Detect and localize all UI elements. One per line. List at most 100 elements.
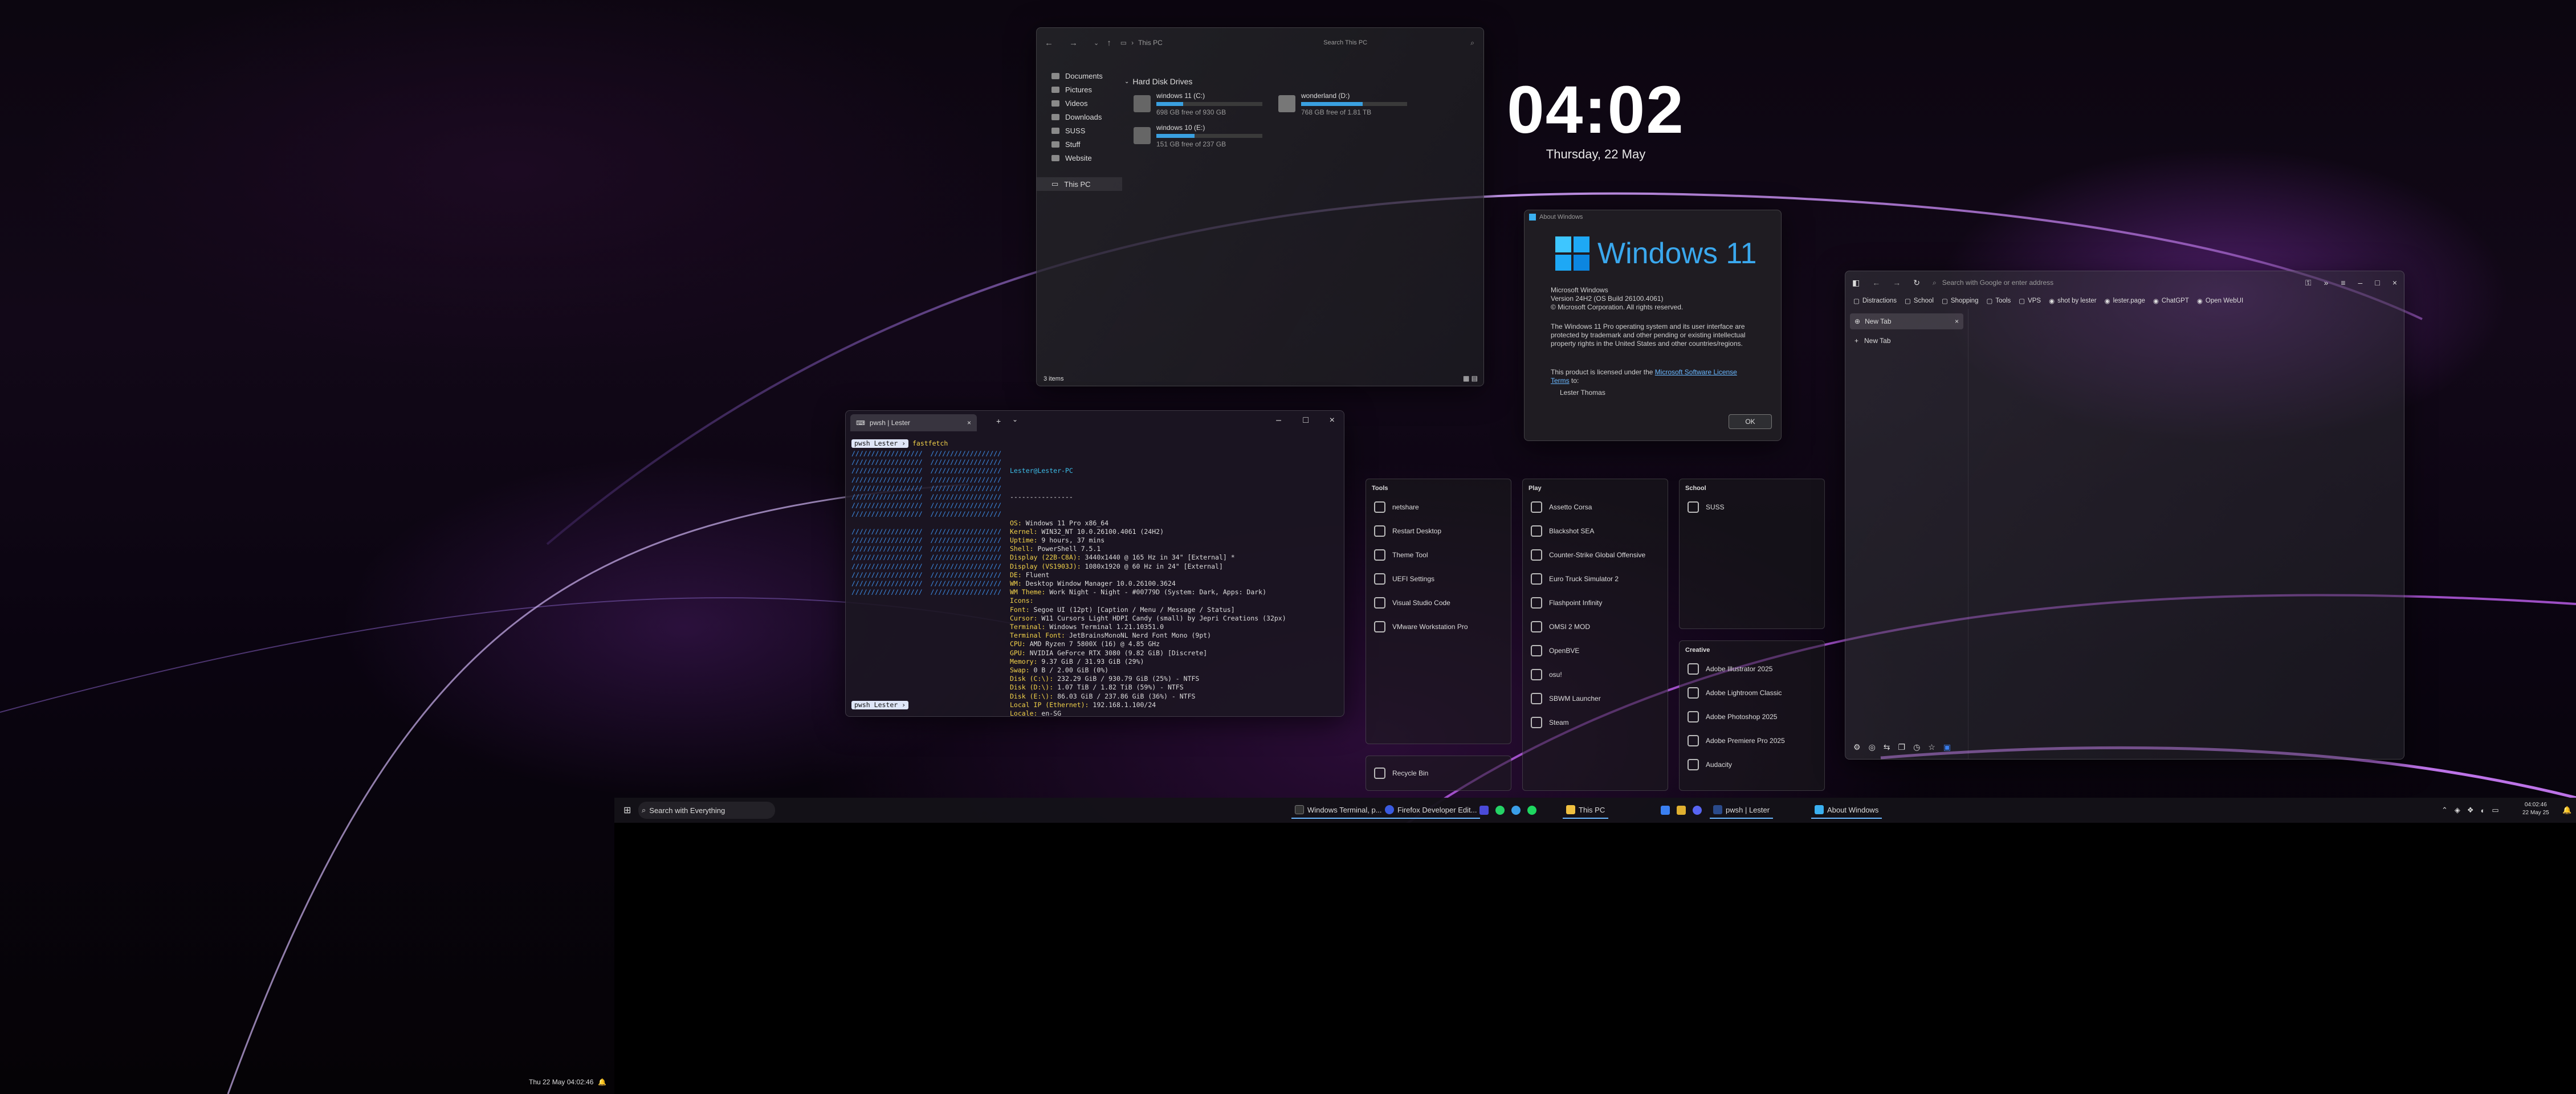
start-item-steam[interactable]: Steam [1523, 711, 1668, 734]
start-item-adobe-photoshop-2025[interactable]: Adobe Photoshop 2025 [1680, 705, 1824, 729]
file-explorer-window[interactable]: ← → ⌄ ↑ ▭ › This PC Search This PC ⌕ Docum… [1036, 27, 1484, 386]
start-item-audacity[interactable]: Audacity [1680, 753, 1824, 777]
start-item-adobe-illustrator-2025[interactable]: Adobe Illustrator 2025 [1680, 657, 1824, 681]
tab-pwsh[interactable]: ⌨ pwsh | Lester × [850, 414, 977, 431]
history-icon[interactable]: ◷ [1913, 742, 1920, 752]
taskbar-app-explorer[interactable]: This PC [1563, 802, 1609, 819]
start-recycle-bin[interactable]: Recycle Bin [1366, 756, 1511, 791]
bitwarden-icon[interactable]: ▣ [1943, 742, 1951, 752]
new-tab-button[interactable]: + New Tab [1850, 334, 1963, 348]
up-arrow-icon[interactable]: ↑ [1107, 38, 1111, 48]
firefox-window[interactable]: ◧ ← → ↻ ⌕ Search with Google or enter add… [1845, 271, 2404, 760]
start-item-euro-truck-simulator-2[interactable]: Euro Truck Simulator 2 [1523, 567, 1668, 591]
close-icon[interactable]: × [967, 419, 971, 427]
breadcrumb[interactable]: ▭ › This PC [1120, 39, 1163, 47]
menu-icon[interactable]: ≡ [2341, 278, 2345, 287]
bookmark-open-webui[interactable]: ◉ Open WebUI [2197, 297, 2243, 305]
bookmark-lester-page[interactable]: ◉ lester.page [2105, 297, 2145, 305]
tab-new-tab[interactable]: ⊕ New Tab × [1850, 313, 1963, 329]
start-item-uefi-settings[interactable]: UEFI Settings [1366, 567, 1511, 591]
app-icon[interactable] [1661, 806, 1670, 815]
secondary-taskbar-clock[interactable]: Thu 22 May 04:02:46 🔔 [529, 1078, 606, 1086]
close-icon[interactable]: × [1330, 415, 1335, 426]
taskbar-clock[interactable]: 04:02:46 22 May 25 [2522, 801, 2549, 817]
bookmark-vps[interactable]: ▢ VPS [2019, 297, 2041, 305]
taskbar-app-terminal[interactable]: Windows Terminal, p... [1291, 802, 1385, 819]
start-button[interactable]: ⊞ [620, 802, 634, 819]
start-item-openbve[interactable]: OpenBVE [1523, 639, 1668, 663]
terminal-output[interactable]: pwsh Lester › fastfetch ////////////////… [851, 439, 1338, 716]
taskbar-search-box[interactable]: ⌕ Search with Everything [638, 802, 775, 819]
notification-bell-icon[interactable]: 🔔 [2559, 802, 2575, 819]
minimize-icon[interactable]: – [2358, 278, 2363, 287]
start-item-blackshot-sea[interactable]: Blackshot SEA [1523, 519, 1668, 543]
sidebar-toggle-icon[interactable]: ◧ [1852, 278, 1860, 288]
license-link[interactable]: Terms [1551, 377, 1570, 385]
start-item-adobe-lightroom-classic[interactable]: Adobe Lightroom Classic [1680, 681, 1824, 705]
bookmarks-icon[interactable]: ❐ [1898, 742, 1906, 752]
start-item-suss[interactable]: SUSS [1680, 495, 1824, 519]
drive-e[interactable]: windows 10 (E:) 151 GB free of 237 GB [1134, 124, 1262, 148]
taskbar-app-pwsh[interactable]: pwsh | Lester [1710, 802, 1774, 819]
sidebar-item-stuff[interactable]: Stuff [1037, 137, 1122, 151]
discord-icon[interactable] [1693, 806, 1702, 815]
terminal-window[interactable]: ⌨ pwsh | Lester × + ⌄ – □ × pwsh Lester … [845, 410, 1344, 717]
taskbar-app-firefox[interactable]: Firefox Developer Edit... [1381, 802, 1481, 819]
start-item-flashpoint-infinity[interactable]: Flashpoint Infinity [1523, 591, 1668, 615]
view-toggle-icon[interactable]: ▦ ▤ [1463, 374, 1478, 382]
sidebar-item-pictures[interactable]: Pictures [1037, 83, 1122, 96]
bookmark-distractions[interactable]: ▢ Distractions [1853, 297, 1897, 305]
forward-arrow-icon[interactable]: → [1069, 38, 1078, 48]
start-item-visual-studio-code[interactable]: Visual Studio Code [1366, 591, 1511, 615]
section-header[interactable]: ⌄ Hard Disk Drives [1124, 77, 1192, 86]
sync-icon[interactable]: ⇆ [1884, 742, 1890, 752]
app-tray-icon[interactable]: ❖ [2467, 806, 2474, 815]
bookmark-shot-by-lester[interactable]: ◉ shot by lester [2049, 297, 2096, 305]
notification-bell-icon[interactable]: 🔔 [598, 1078, 606, 1086]
lock-icon[interactable] [1677, 806, 1686, 815]
chevron-down-icon[interactable]: ⌄ [1012, 415, 1018, 423]
drive-c[interactable]: windows 11 (C:) 698 GB free of 930 GB [1134, 92, 1262, 116]
maximize-icon[interactable]: □ [2375, 278, 2379, 287]
start-item-counter-strike-global-offensive[interactable]: Counter-Strike Global Offensive [1523, 543, 1668, 567]
maximize-icon[interactable]: □ [1303, 415, 1309, 426]
volume-icon[interactable]: ◐ [2481, 806, 2485, 815]
ai-chat-icon[interactable]: ◎ [1869, 742, 1876, 752]
vs-icon[interactable] [1479, 806, 1489, 815]
explorer-search-input[interactable]: Search This PC [1323, 39, 1454, 46]
start-item-omsi-2-mod[interactable]: OMSI 2 MOD [1523, 615, 1668, 639]
star-icon[interactable]: ☆ [1928, 742, 1935, 752]
search-icon[interactable]: ⌕ [1470, 39, 1474, 47]
minimize-icon[interactable]: – [1276, 415, 1281, 426]
forward-arrow-icon[interactable]: → [1893, 278, 1901, 287]
network-icon[interactable]: ◈ [2455, 806, 2460, 815]
chevron-up-icon[interactable]: ⌃ [2442, 806, 2448, 815]
whatsapp-icon[interactable] [1495, 806, 1505, 815]
sidebar-item-downloads[interactable]: Downloads [1037, 110, 1122, 124]
start-item-adobe-premiere-pro-2025[interactable]: Adobe Premiere Pro 2025 [1680, 729, 1824, 753]
close-icon[interactable]: × [2392, 278, 2397, 287]
about-windows-dialog[interactable]: About Windows Windows 11 Microsoft Windo… [1524, 210, 1782, 441]
bookmark-shopping[interactable]: ▢ Shopping [1942, 297, 1978, 305]
telegram-icon[interactable] [1511, 806, 1521, 815]
reload-icon[interactable]: ↻ [1913, 278, 1920, 288]
start-item-netshare[interactable]: netshare [1366, 495, 1511, 519]
start-item-restart-desktop[interactable]: Restart Desktop [1366, 519, 1511, 543]
spotify-icon[interactable] [1527, 806, 1536, 815]
chevron-down-icon[interactable]: ⌄ [1094, 39, 1099, 47]
extensions-icon[interactable]: ⚿ [2305, 278, 2312, 288]
start-item-theme-tool[interactable]: Theme Tool [1366, 543, 1511, 567]
start-item-osu-[interactable]: osu! [1523, 663, 1668, 687]
settings-icon[interactable]: ⚙ [1853, 742, 1861, 752]
ok-button[interactable]: OK [1729, 414, 1772, 429]
new-tab-icon[interactable]: + [996, 417, 1001, 426]
drive-d[interactable]: wonderland (D:) 768 GB free of 1.81 TB [1278, 92, 1407, 116]
start-item-sbwm-launcher[interactable]: SBWM Launcher [1523, 687, 1668, 711]
sidebar-item-this-pc[interactable]: ▭ This PC [1037, 177, 1122, 191]
sidebar-item-documents[interactable]: Documents [1037, 69, 1122, 83]
start-item-vmware-workstation-pro[interactable]: VMware Workstation Pro [1366, 615, 1511, 639]
license-link[interactable]: Microsoft Software License [1655, 368, 1737, 376]
bookmark-tools[interactable]: ▢ Tools [1986, 297, 2011, 305]
sidebar-item-videos[interactable]: Videos [1037, 96, 1122, 110]
back-arrow-icon[interactable]: ← [1045, 38, 1053, 48]
